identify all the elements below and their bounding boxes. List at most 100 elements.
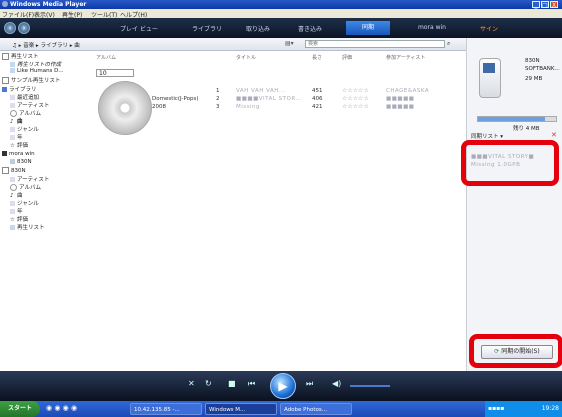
album-year: 2008 xyxy=(152,104,166,110)
forward-arrow-icon[interactable]: › xyxy=(18,22,30,34)
column-rating[interactable]: 評価 xyxy=(342,54,352,61)
sync-list-item[interactable]: Missing 1.0GPB xyxy=(471,162,520,168)
rename-edit-box[interactable]: 10 xyxy=(96,69,134,77)
next-icon[interactable]: ⏭ xyxy=(306,379,313,389)
track-length: 451 xyxy=(312,88,323,94)
track-title: ■■■■VITAL STOR... xyxy=(236,96,303,102)
tree-sample-playlist[interactable]: サンプル再生リスト xyxy=(2,76,60,84)
tree-library[interactable]: ライブラリ xyxy=(2,85,37,93)
tab-rip[interactable]: 取り込み xyxy=(246,24,270,33)
column-artist[interactable]: 参加アーティスト xyxy=(386,54,425,61)
track-rating[interactable]: ☆☆☆☆☆ xyxy=(342,95,369,102)
column-title[interactable]: タイトル xyxy=(236,54,256,61)
repeat-icon[interactable]: ↻ xyxy=(205,379,212,388)
tree-rating[interactable]: ☆ 評価 xyxy=(10,141,28,149)
album-icon xyxy=(10,184,17,191)
expand-icon[interactable] xyxy=(2,167,9,174)
track-number: 1 xyxy=(216,88,220,94)
tree-recently-added[interactable]: 最近追加 xyxy=(10,93,39,101)
search-icon[interactable]: ⌕ xyxy=(447,40,450,48)
taskbar-item-photoshop[interactable]: Adobe Photos... xyxy=(280,403,352,415)
playlist-icon xyxy=(10,225,15,230)
tree-like-humans[interactable]: Like Humans D... xyxy=(10,68,64,74)
maximize-button[interactable]: □ xyxy=(541,1,549,9)
back-arrow-icon[interactable]: ‹ xyxy=(4,22,16,34)
capacity-fill xyxy=(478,117,546,121)
sync-list-header[interactable]: 同期リスト ▾ xyxy=(471,132,503,140)
note-icon: ♪ xyxy=(10,193,14,199)
album-genre: Domestic(J-Pops) xyxy=(152,96,199,102)
tray-icons[interactable]: ▪▪▪▪ xyxy=(488,405,504,412)
stop-icon[interactable]: ■ xyxy=(228,379,236,388)
search-input[interactable]: 検索 xyxy=(305,40,445,48)
quick-launch-icons[interactable]: ◉ ◉ ◉ ◉ xyxy=(46,404,77,412)
tab-extra[interactable]: サイン xyxy=(480,24,498,33)
tab-mora-win[interactable]: mora win xyxy=(418,24,446,31)
play-button[interactable]: ▶ xyxy=(270,373,296,399)
view-options-icon[interactable]: ▤▾ xyxy=(285,40,294,47)
clear-list-icon[interactable]: ✕ xyxy=(551,131,557,139)
start-button[interactable]: スタート xyxy=(0,401,40,417)
tree-830n[interactable]: 830N xyxy=(10,159,32,165)
mute-icon[interactable]: ◀) xyxy=(332,379,341,388)
start-sync-button[interactable]: ⟳ 同期の開始(S) xyxy=(481,345,553,359)
album-art-cd[interactable] xyxy=(98,81,152,135)
close-button[interactable]: X xyxy=(550,1,558,9)
tab-burn[interactable]: 書き込み xyxy=(298,24,322,33)
tree-device-year[interactable]: 年 xyxy=(10,207,23,215)
tree-artist[interactable]: アーティスト xyxy=(10,101,49,109)
tree-device-rating[interactable]: ☆ 評価 xyxy=(10,215,28,223)
minimize-button[interactable]: _ xyxy=(532,1,540,9)
genre-icon xyxy=(10,127,15,132)
sync-pane: 830N SOFTBANK... 29 MB 残り 4 MB 同期リスト ▾ ✕… xyxy=(461,38,562,371)
calendar-icon xyxy=(10,209,15,214)
track-artist: ■■■■■ xyxy=(386,104,415,110)
tree-device-genre[interactable]: ジャンル xyxy=(10,199,39,207)
artist-icon xyxy=(10,177,15,182)
sync-list-item[interactable]: ■■■VITAL STORY■ xyxy=(471,154,534,160)
track-rating[interactable]: ☆☆☆☆☆ xyxy=(342,103,369,110)
tree-songs[interactable]: ♪ 曲 xyxy=(10,117,23,125)
shuffle-icon[interactable]: ✕ xyxy=(188,379,195,388)
taskbar: スタート ◉ ◉ ◉ ◉ 10.42.135.85 -... Windows M… xyxy=(0,401,562,417)
tree-device-playlist[interactable]: 再生リスト xyxy=(10,223,45,231)
column-length[interactable]: 長さ xyxy=(312,54,322,61)
window-title: Windows Media Player xyxy=(10,1,87,8)
device-name: 830N xyxy=(525,58,540,64)
device-icon xyxy=(10,159,15,164)
tree-device-songs[interactable]: ♪ 曲 xyxy=(10,191,23,199)
track-rating[interactable]: ☆☆☆☆☆ xyxy=(342,87,369,94)
tab-library[interactable]: ライブラリ xyxy=(192,24,222,33)
tree-device-group[interactable]: 830N xyxy=(2,167,26,174)
expand-icon[interactable] xyxy=(2,77,9,84)
tree-genre[interactable]: ジャンル xyxy=(10,125,39,133)
tree-mora-win[interactable]: mora win xyxy=(2,151,35,157)
recent-icon xyxy=(10,95,15,100)
tree-year[interactable]: 年 xyxy=(10,133,23,141)
tree-device-album[interactable]: アルバム xyxy=(10,183,41,191)
playlist-icon xyxy=(10,68,15,73)
previous-icon[interactable]: ⏮ xyxy=(248,379,255,389)
track-number: 2 xyxy=(216,96,220,102)
tree-album[interactable]: アルバム xyxy=(10,109,41,117)
calendar-icon xyxy=(10,135,15,140)
free-space: 残り 4 MB xyxy=(513,126,540,132)
tree-create-playlist[interactable]: 再生リストの作成 xyxy=(10,60,61,68)
taskbar-item-wmp[interactable]: Windows M... xyxy=(205,403,277,415)
genre-icon xyxy=(10,201,15,206)
mora-icon xyxy=(2,151,7,156)
player-controls: ✕ ↻ ■ ⏮ ▶ ⏭ ◀) xyxy=(0,371,562,401)
column-album[interactable]: アルバム xyxy=(96,54,116,61)
volume-slider[interactable] xyxy=(350,385,390,387)
playlist-add-icon xyxy=(10,62,15,67)
expand-icon[interactable] xyxy=(2,53,9,60)
clock: 19:28 xyxy=(541,405,559,412)
breadcrumb[interactable]: ♫ ▸ 音楽 ▸ ライブラリ ▸ 曲 xyxy=(12,41,80,49)
library-content: アルバム タイトル 長さ 評価 参加アーティスト 10 Domestic(J-P… xyxy=(68,51,466,371)
tab-now-playing[interactable]: プレイ ビュー xyxy=(120,24,158,33)
tree-playlists[interactable]: 再生リスト xyxy=(2,52,39,60)
tab-sync[interactable]: 同期 xyxy=(346,21,390,35)
note-icon: ♪ xyxy=(10,119,14,125)
tree-device-artist[interactable]: アーティスト xyxy=(10,175,49,183)
taskbar-item-remote[interactable]: 10.42.135.85 -... xyxy=(130,403,202,415)
